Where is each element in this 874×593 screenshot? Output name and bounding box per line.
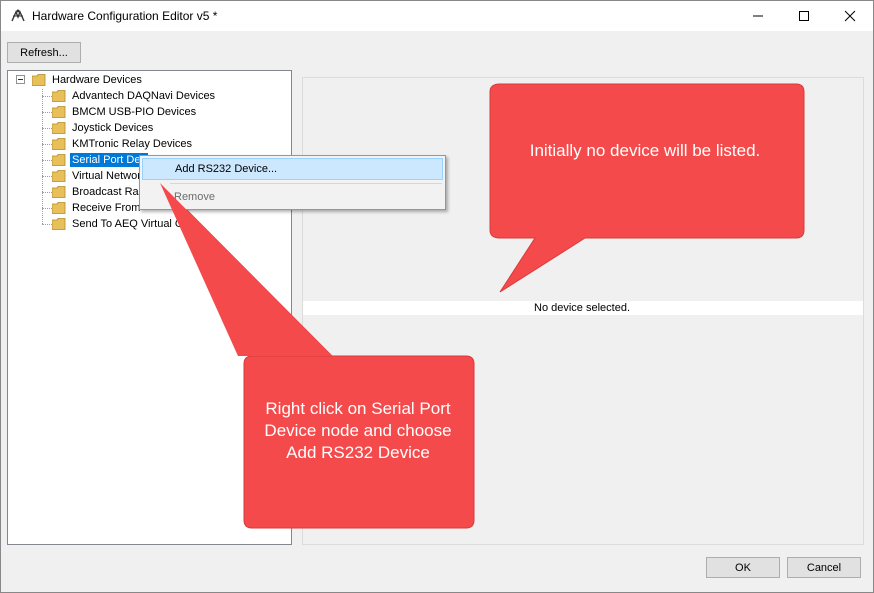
top-callout-text: Initially no device will be listed. (529, 141, 761, 160)
bottom-callout-tail (160, 183, 332, 356)
callout-tail-overlay (160, 183, 332, 356)
bottom-callout-text: Right click on Serial Port Device node a… (264, 399, 452, 462)
